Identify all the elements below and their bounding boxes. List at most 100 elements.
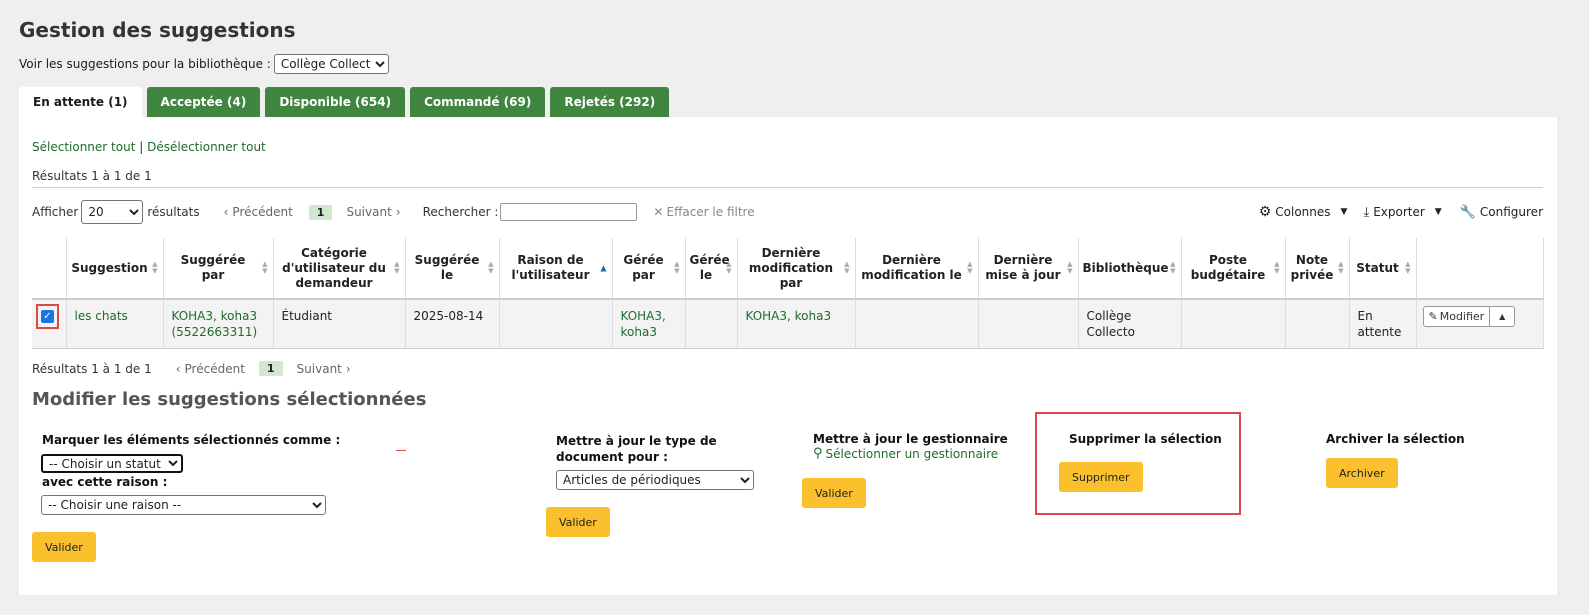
cell-reason xyxy=(499,299,613,349)
chevron-right-icon: › xyxy=(395,205,401,219)
header-reason[interactable]: Raison de l'utilisateur ▲ xyxy=(499,238,613,300)
tab-rejetes[interactable]: Rejetés (292) xyxy=(550,87,670,117)
search-label: Rechercher : xyxy=(422,205,499,219)
tab-en-attente[interactable]: En attente (1) xyxy=(19,87,142,117)
deselect-all-link[interactable]: Désélectionner tout xyxy=(147,140,266,154)
header-select xyxy=(32,238,67,300)
sort-icon: ▲ ▼ xyxy=(674,260,680,275)
columns-button[interactable]: ⚙ Colonnes ▼ xyxy=(1259,204,1348,220)
validate-doctype-button[interactable]: Valider xyxy=(546,507,610,537)
prev-page-button-bottom[interactable]: ‹ Précédent xyxy=(176,362,245,376)
doctype-label: Mettre à jour le type de document pour : xyxy=(556,434,717,464)
suggestions-table: Suggestion ▲ ▼ Suggérée par ▲ ▼ Catégorie d'… xyxy=(32,238,1544,349)
search-icon: ⚲ xyxy=(813,446,823,461)
archive-button[interactable]: Archiver xyxy=(1326,458,1398,488)
header-suggestion[interactable]: Suggestion ▲ ▼ xyxy=(66,238,164,300)
divider xyxy=(32,187,1543,188)
next-label: Suivant xyxy=(296,361,342,376)
red-marker xyxy=(396,450,406,451)
suggestion-link[interactable]: les chats xyxy=(75,309,128,323)
validate-manager-button[interactable]: Valider xyxy=(802,478,866,508)
cell-last-update xyxy=(978,299,1079,349)
sort-icon: ▲ ▼ xyxy=(844,260,850,275)
caret-up-icon: ▲ xyxy=(1499,311,1506,321)
doctype-select[interactable]: Articles de périodiques xyxy=(556,470,754,490)
header-status[interactable]: Statut ▲ ▼ xyxy=(1349,238,1417,300)
download-icon: ⤓ xyxy=(1363,204,1370,220)
header-category[interactable]: Catégorie d'utilisateur du demandeur ▲ ▼ xyxy=(273,238,406,300)
show-label: Afficher xyxy=(32,205,79,219)
page-number-bottom[interactable]: 1 xyxy=(258,361,283,376)
header-private-note[interactable]: Note privée ▲ ▼ xyxy=(1285,238,1350,300)
sort-asc-icon: ▲ xyxy=(600,263,607,273)
tab-disponible[interactable]: Disponible (654) xyxy=(265,87,406,117)
configure-label: Configurer xyxy=(1479,205,1543,219)
next-label: Suivant xyxy=(346,205,392,219)
reason-select[interactable]: -- Choisir une raison -- xyxy=(41,495,326,515)
header-suggested-by[interactable]: Suggérée par ▲ ▼ xyxy=(163,238,274,300)
library-label: Voir les suggestions pour la bibliothèqu… xyxy=(19,57,271,71)
edit-button-group: ✎ Modifier ▲ xyxy=(1422,306,1516,327)
managed-by-link[interactable]: KOHA3, koha3 xyxy=(621,309,666,339)
sort-icon: ▲ ▼ xyxy=(1405,260,1411,275)
edit-button[interactable]: ✎ Modifier xyxy=(1422,306,1491,327)
status-tabs: En attente (1) Acceptée (4) Disponible (… xyxy=(19,87,670,117)
export-button[interactable]: ⤓ Exporter ▼ xyxy=(1363,205,1441,220)
library-filter: Voir les suggestions pour la bibliothèqu… xyxy=(19,54,389,74)
caret-down-icon: ▼ xyxy=(1434,207,1442,217)
header-last-modified-on[interactable]: Dernière modification le ▲ ▼ xyxy=(855,238,979,300)
header-actions xyxy=(1416,238,1544,300)
selection-separator: | xyxy=(139,140,144,154)
close-icon: ✕ xyxy=(653,205,664,219)
library-select[interactable]: Collège Collecto xyxy=(273,54,389,74)
row-checkbox[interactable]: ✓ xyxy=(41,310,54,323)
header-managed-by[interactable]: Gérée par ▲ ▼ xyxy=(612,238,686,300)
cell-library: Collège Collecto xyxy=(1078,299,1182,349)
edit-label: Modifier xyxy=(1439,309,1485,323)
reason-label: avec cette raison : xyxy=(42,475,168,489)
prev-page-button[interactable]: ‹ Précédent xyxy=(224,205,293,219)
tab-acceptee[interactable]: Acceptée (4) xyxy=(146,87,261,117)
next-page-button-bottom[interactable]: Suivant › xyxy=(297,362,351,376)
suggested-by-link[interactable]: KOHA3, koha3 (5522663311) xyxy=(172,309,258,339)
search-input[interactable] xyxy=(500,203,638,221)
header-managed-on[interactable]: Gérée le ▲ ▼ xyxy=(685,238,738,300)
header-suggested-on[interactable]: Suggérée le ▲ ▼ xyxy=(405,238,500,300)
selection-links: Sélectionner tout | Désélectionner tout xyxy=(32,140,266,154)
next-page-button[interactable]: Suivant › xyxy=(346,205,400,219)
tab-commande[interactable]: Commandé (69) xyxy=(410,87,546,117)
mark-label: Marquer les éléments sélectionnés comme … xyxy=(42,433,341,447)
manager-label: Mettre à jour le gestionnaire xyxy=(813,432,1008,446)
edit-dropdown-toggle[interactable]: ▲ xyxy=(1490,306,1516,327)
table-header-row: Suggestion ▲ ▼ Suggérée par ▲ ▼ Catégorie d'… xyxy=(32,238,1544,300)
header-last-modified-by[interactable]: Dernière modification par ▲ ▼ xyxy=(737,238,856,300)
sort-icon: ▲ ▼ xyxy=(967,260,973,275)
header-last-update[interactable]: Dernière mise à jour ▲ ▼ xyxy=(978,238,1079,300)
validate-status-button[interactable]: Valider xyxy=(32,532,96,562)
caret-down-icon: ▼ xyxy=(1340,207,1348,217)
modify-section-title: Modifier les suggestions sélectionnées xyxy=(32,389,427,410)
page-number[interactable]: 1 xyxy=(308,204,333,220)
page-size-select[interactable]: 20 xyxy=(81,200,144,224)
cell-category: Étudiant xyxy=(273,299,406,349)
last-modified-by-link[interactable]: KOHA3, koha3 xyxy=(746,309,832,323)
page-title: Gestion des suggestions xyxy=(19,18,296,42)
chevron-left-icon: ‹ xyxy=(175,361,181,376)
header-budget[interactable]: Poste budgétaire ▲ ▼ xyxy=(1181,238,1286,300)
sort-icon: ▲ ▼ xyxy=(394,260,400,275)
clear-filter-button[interactable]: ✕ Effacer le filtre xyxy=(653,205,754,219)
chevron-left-icon: ‹ xyxy=(223,205,229,219)
status-select[interactable]: -- Choisir un statut -- xyxy=(41,454,183,473)
configure-button[interactable]: 🔧 Configurer xyxy=(1460,205,1543,220)
header-library[interactable]: Bibliothèque ▲ ▼ xyxy=(1078,238,1182,300)
cell-suggestion: les chats xyxy=(66,299,164,349)
cell-actions: ✎ Modifier ▲ xyxy=(1416,299,1544,349)
sort-icon: ▲ ▼ xyxy=(1274,260,1280,275)
delete-button[interactable]: Supprimer xyxy=(1059,462,1143,492)
select-manager-label: Sélectionner un gestionnaire xyxy=(825,446,999,461)
chevron-right-icon: › xyxy=(345,361,351,376)
select-all-link[interactable]: Sélectionner tout xyxy=(32,140,135,154)
cell-budget xyxy=(1181,299,1286,349)
wrench-icon: 🔧 xyxy=(1459,204,1476,220)
select-manager-link[interactable]: ⚲ Sélectionner un gestionnaire xyxy=(813,446,998,461)
